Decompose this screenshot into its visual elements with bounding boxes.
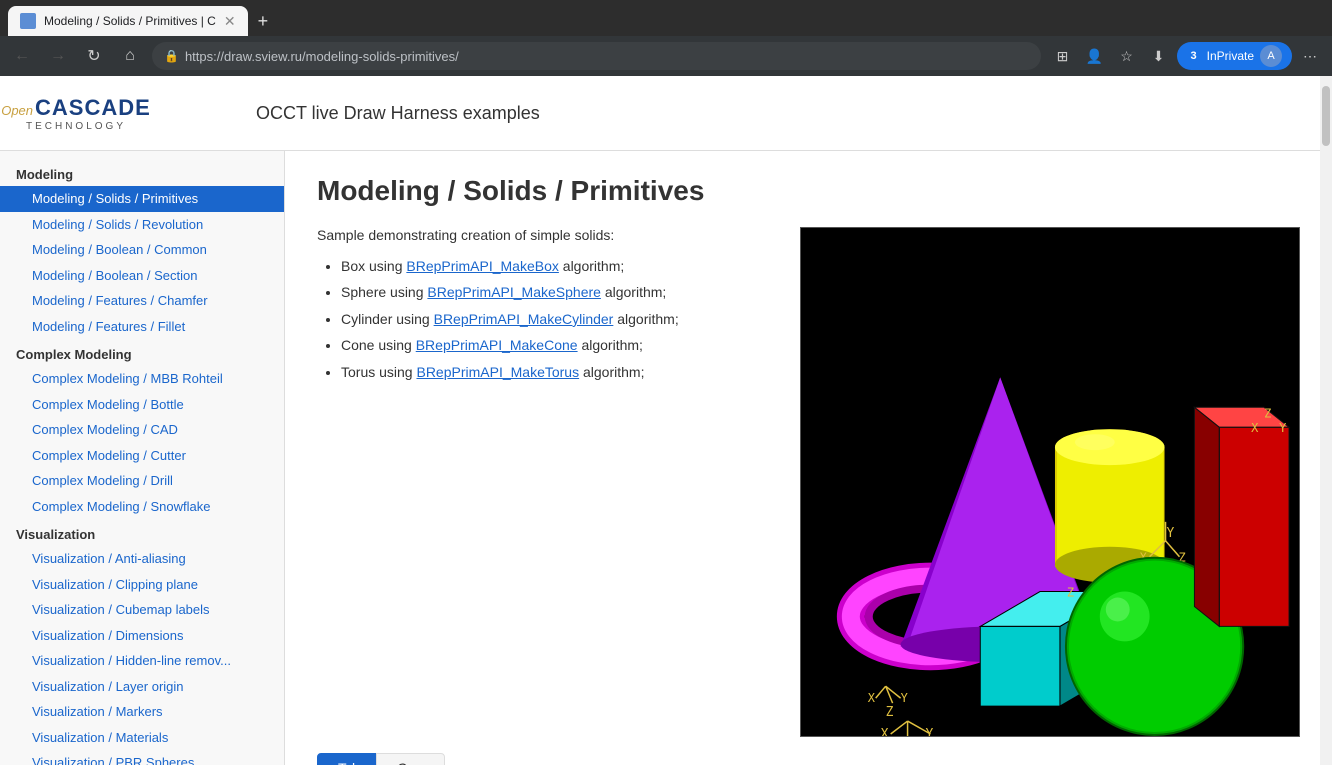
scrollbar-thumb[interactable] [1322, 86, 1330, 146]
svg-text:Y: Y [1167, 526, 1175, 541]
content-area: Modeling / Solids / Primitives [285, 151, 1332, 765]
sidebar: Modeling Modeling / Solids / Primitives … [0, 151, 285, 765]
logo-sub: TECHNOLOGY [26, 121, 126, 132]
browser-toolbar: ← → ↻ ⌂ 🔒 https://draw.sview.ru/modeling… [0, 36, 1332, 76]
forward-button[interactable]: → [44, 42, 72, 70]
site-logo: Open CASCADE TECHNOLOGY [16, 83, 136, 143]
svg-text:Y: Y [901, 691, 908, 705]
sidebar-item-drill[interactable]: Complex Modeling / Drill [0, 468, 284, 494]
sidebar-item-dimensions[interactable]: Visualization / Dimensions [0, 623, 284, 649]
reload-button[interactable]: ↻ [80, 42, 108, 70]
sidebar-item-revolution[interactable]: Modeling / Solids / Revolution [0, 212, 284, 238]
sidebar-section-visualization: Visualization [0, 519, 284, 546]
sidebar-item-boolean-common[interactable]: Modeling / Boolean / Common [0, 237, 284, 263]
new-tab-button[interactable]: + [250, 11, 277, 32]
downloads-button[interactable]: ⬇ [1145, 42, 1173, 70]
svg-text:X: X [1251, 421, 1259, 435]
sidebar-item-markers[interactable]: Visualization / Markers [0, 699, 284, 725]
svg-text:X: X [868, 691, 876, 705]
security-icon: 🔒 [164, 49, 179, 63]
inprivate-button[interactable]: 3 InPrivate A [1177, 42, 1292, 70]
svg-text:Z: Z [886, 705, 894, 720]
sidebar-item-cad[interactable]: Complex Modeling / CAD [0, 417, 284, 443]
sidebar-item-chamfer[interactable]: Modeling / Features / Chamfer [0, 288, 284, 314]
tab-title: Modeling / Solids / Primitives | C [44, 14, 216, 28]
sidebar-item-bottle[interactable]: Complex Modeling / Bottle [0, 392, 284, 418]
svg-text:X: X [881, 727, 889, 736]
link-maketorus[interactable]: BRepPrimAPI_MakeTorus [416, 364, 579, 380]
browser-window: Modeling / Solids / Primitives | C ✕ + ←… [0, 0, 1332, 765]
code-tab-group: Tcl C++ [317, 753, 1300, 765]
sidebar-item-pbr[interactable]: Visualization / PBR Spheres [0, 750, 284, 765]
svg-text:Z: Z [1264, 406, 1271, 420]
sidebar-item-fillet[interactable]: Modeling / Features / Fillet [0, 314, 284, 340]
profile-avatar: A [1260, 45, 1282, 67]
sidebar-section-complex: Complex Modeling [0, 339, 284, 366]
logo-main: CASCADE [35, 95, 151, 121]
address-text: https://draw.sview.ru/modeling-solids-pr… [185, 49, 459, 64]
page-content: Open CASCADE TECHNOLOGY OCCT live Draw H… [0, 76, 1332, 765]
tab-bar: Modeling / Solids / Primitives | C ✕ + [0, 0, 1332, 36]
sidebar-item-mbb[interactable]: Complex Modeling / MBB Rohteil [0, 366, 284, 392]
sidebar-item-layerorigin[interactable]: Visualization / Layer origin [0, 674, 284, 700]
settings-button[interactable]: ⋯ [1296, 42, 1324, 70]
sidebar-item-hiddenline[interactable]: Visualization / Hidden-line remov... [0, 648, 284, 674]
inprivate-label: InPrivate [1207, 49, 1254, 63]
logo-italic: Open [1, 103, 33, 118]
sidebar-item-snowflake[interactable]: Complex Modeling / Snowflake [0, 494, 284, 520]
sidebar-item-primitives[interactable]: Modeling / Solids / Primitives [0, 186, 284, 212]
sidebar-section-modeling: Modeling [0, 159, 284, 186]
home-button[interactable]: ⌂ [116, 42, 144, 70]
sidebar-item-antialiasing[interactable]: Visualization / Anti-aliasing [0, 546, 284, 572]
3d-render-image: Z Y X [800, 227, 1300, 737]
address-bar[interactable]: 🔒 https://draw.sview.ru/modeling-solids-… [152, 42, 1041, 70]
main-layout: Modeling Modeling / Solids / Primitives … [0, 151, 1332, 765]
sidebar-item-boolean-section[interactable]: Modeling / Boolean / Section [0, 263, 284, 289]
extensions-button[interactable]: ⊞ [1049, 42, 1077, 70]
tab-favicon [20, 13, 36, 29]
toolbar-right: ⊞ 👤 ☆ ⬇ 3 InPrivate A ⋯ [1049, 42, 1324, 70]
tab-close-button[interactable]: ✕ [224, 13, 236, 30]
sidebar-item-cubemap[interactable]: Visualization / Cubemap labels [0, 597, 284, 623]
tab-cpp[interactable]: C++ [376, 753, 444, 765]
back-button[interactable]: ← [8, 42, 36, 70]
link-makecone[interactable]: BRepPrimAPI_MakeCone [416, 337, 578, 353]
svg-text:Y: Y [1279, 421, 1286, 435]
svg-text:Y: Y [926, 727, 934, 736]
site-header: Open CASCADE TECHNOLOGY OCCT live Draw H… [0, 76, 1332, 151]
link-makesphere[interactable]: BRepPrimAPI_MakeSphere [427, 284, 601, 300]
svg-text:Z: Z [1067, 586, 1074, 600]
scrollbar[interactable] [1320, 76, 1332, 765]
sidebar-item-cutter[interactable]: Complex Modeling / Cutter [0, 443, 284, 469]
profile-button[interactable]: 👤 [1081, 42, 1109, 70]
tab-tcl[interactable]: Tcl [317, 753, 376, 765]
page-title: Modeling / Solids / Primitives [317, 175, 1300, 207]
link-makecylinder[interactable]: BRepPrimAPI_MakeCylinder [434, 311, 614, 327]
sidebar-item-clipping[interactable]: Visualization / Clipping plane [0, 572, 284, 598]
inprivate-count: 3 [1187, 49, 1201, 63]
site-tagline: OCCT live Draw Harness examples [256, 103, 540, 124]
link-makebox[interactable]: BRepPrimAPI_MakeBox [406, 258, 559, 274]
sidebar-item-materials[interactable]: Visualization / Materials [0, 725, 284, 751]
active-tab[interactable]: Modeling / Solids / Primitives | C ✕ [8, 6, 248, 36]
favorites-button[interactable]: ☆ [1113, 42, 1141, 70]
